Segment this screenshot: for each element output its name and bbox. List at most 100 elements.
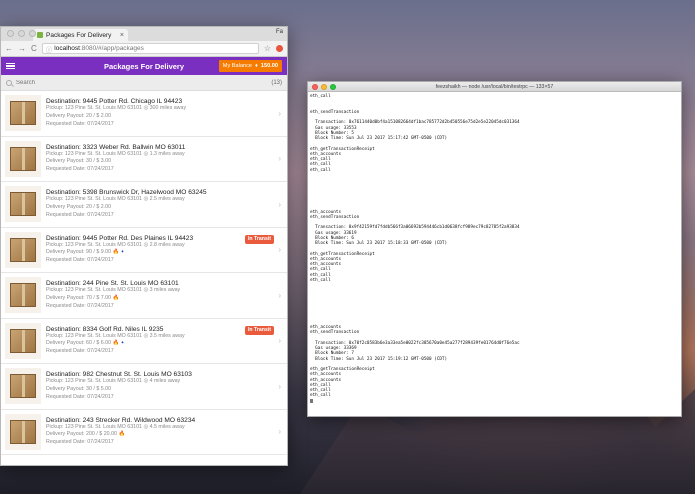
diamond-icon: ♦ [255,63,258,69]
zoom-window-button[interactable] [29,30,36,37]
package-row[interactable]: Destination: 243 Strecker Rd. Wildwood M… [1,410,287,455]
address-bar[interactable]: ⓘ localhost:8080/#/app/packages [41,43,259,54]
reload-icon[interactable]: C [31,44,37,53]
package-payout-line: Delivery Payout: 200 / $ 20.00 🔥 [46,431,274,439]
package-destination: Destination: 244 Pine St. St. Louis MO 6… [46,280,179,288]
chevron-right-icon: › [278,427,281,437]
package-thumbnail [5,186,41,223]
package-distance: 2.5 miles away [149,196,185,203]
package-distance: 2.8 miles away [149,241,185,248]
package-distance: 4.5 miles away [149,423,185,430]
window-controls [7,30,36,37]
chevron-right-icon: › [278,290,281,300]
package-list: Destination: 9445 Potter Rd. Chicago IL … [1,91,287,455]
favicon-icon [37,32,43,38]
package-pickup: Pickup: 123 Pine St. St. Louis MO 63101 [46,241,142,248]
package-info: Destination: 244 Pine St. St. Louis MO 6… [46,280,274,310]
location-icon: ◎ [143,287,149,294]
package-destination: Destination: 243 Strecker Rd. Wildwood M… [46,416,196,424]
package-pickup: Pickup: 123 Pine St. St. Louis MO 63101 [46,332,142,339]
package-row[interactable]: Destination: 9445 Potter Rd. Chicago IL … [1,91,287,137]
package-distance: 3.5 miles away [149,332,185,339]
balance-value: 150.00 [260,63,278,69]
chevron-right-icon: › [278,199,281,209]
terminal-cursor [310,398,313,403]
location-icon: ◎ [143,241,149,248]
terminal-titlebar: feezshaikh — node /usr/local/bin/testrpc… [308,82,681,92]
status-badge: In Transit [244,325,274,335]
url-path: :8080/#/app/packages [79,45,144,52]
forward-icon[interactable]: → [18,44,26,53]
package-row[interactable]: Destination: 982 Chestnut St. St. Louis … [1,364,287,410]
terminal-minimize-button[interactable] [321,84,327,90]
package-date: Requested Date: 07/24/2017 [46,302,114,309]
package-row[interactable]: Destination: 244 Pine St. St. Louis MO 6… [1,273,287,319]
package-destination: Destination: 9445 Potter Rd. Chicago IL … [46,98,183,106]
package-payout: Delivery Payout: 20 / $ 2.00 [46,112,112,119]
terminal-zoom-button[interactable] [330,84,336,90]
terminal-window-controls [312,84,336,90]
terminal-window: feezshaikh — node /usr/local/bin/testrpc… [307,81,682,417]
package-row[interactable]: Destination: 8334 Golf Rd. Niles IL 9235… [1,319,287,364]
terminal-output[interactable]: eth_call eth_sendTransaction Transaction:… [308,92,681,407]
extension-icon[interactable] [276,45,283,52]
package-pickup: Pickup: 123 Pine St. St. Louis MO 63101 [46,150,142,157]
package-info: Destination: 3323 Weber Rd. Ballwin MO 6… [46,144,274,174]
package-payout-line: Delivery Payout: 70 / $ 7.00 🔥 [46,295,274,303]
package-payout: Delivery Payout: 60 / $ 6.00 [46,340,112,347]
package-pickup: Pickup: 123 Pine St. St. Louis MO 63101 [46,378,142,385]
location-icon: ◎ [143,196,149,203]
browser-tab[interactable]: Packages For Delivery × [33,29,128,41]
package-thumbnail [5,95,41,132]
tab-title: Packages For Delivery [46,31,112,39]
package-thumbnail [5,413,41,450]
package-payout: Delivery Payout: 30 / $ 5.00 [46,385,112,392]
package-info: Destination: 9445 Potter Rd. Chicago IL … [46,98,274,128]
package-distance: 300 miles away [149,105,187,112]
package-pickup-line: Pickup: 123 Pine St. St. Louis MO 63101 … [46,378,274,386]
bookmark-star-icon[interactable]: ☆ [264,44,271,53]
package-date: Requested Date: 07/24/2017 [46,257,114,264]
minimize-window-button[interactable] [18,30,25,37]
package-distance: 1.3 miles away [149,150,185,157]
terminal-close-button[interactable] [312,84,318,90]
package-date: Requested Date: 07/24/2017 [46,211,114,218]
search-input[interactable] [16,79,268,86]
profile-button[interactable]: Fa [276,29,283,35]
package-pickup-line: Pickup: 123 Pine St. St. Louis MO 63101 … [46,105,274,113]
info-icon: ⓘ [45,46,53,54]
package-count: (13) [271,79,282,86]
balance-label: My Balance [222,63,253,69]
package-date: Requested Date: 07/24/2017 [46,439,114,446]
package-thumbnail [5,277,41,314]
location-icon: ◎ [143,423,149,430]
package-pickup-line: Pickup: 123 Pine St. St. Louis MO 63101 … [46,151,274,159]
package-info: Destination: 982 Chestnut St. St. Louis … [46,371,274,401]
tab-close-icon[interactable]: × [120,32,124,39]
package-row[interactable]: Destination: 5398 Brunswick Dr, Hazelwoo… [1,182,287,228]
location-icon: ◎ [143,105,149,112]
package-payout: Delivery Payout: 70 / $ 7.00 [46,294,112,301]
package-pickup: Pickup: 123 Pine St. St. Louis MO 63101 [46,287,142,294]
chevron-right-icon: › [278,336,281,346]
package-date: Requested Date: 07/24/2017 [46,348,114,355]
package-payout-line: Delivery Payout: 20 / $ 2.00 [46,113,274,121]
package-thumbnail [5,140,41,177]
package-distance: 4 miles away [149,378,181,385]
url-toolbar: ← → C ⓘ localhost:8080/#/app/packages ☆ [1,41,287,57]
package-date: Requested Date: 07/24/2017 [46,166,114,173]
close-window-button[interactable] [7,30,14,37]
flag-icon: ✦ [120,340,125,346]
package-row[interactable]: Destination: 9445 Potter Rd. Des Plaines… [1,228,287,273]
package-payout-line: Delivery Payout: 20 / $ 2.00 [46,204,274,212]
package-date: Requested Date: 07/24/2017 [46,393,114,400]
package-pickup: Pickup: 123 Pine St. St. Louis MO 63101 [46,423,142,430]
package-thumbnail [5,368,41,405]
package-info: Destination: 8334 Golf Rd. Niles IL 9235… [46,326,274,356]
package-row[interactable]: Destination: 3323 Weber Rd. Ballwin MO 6… [1,137,287,182]
package-destination: Destination: 5398 Brunswick Dr, Hazelwoo… [46,189,207,197]
balance-button[interactable]: My Balance ♦ 150.00 [218,60,282,72]
back-icon[interactable]: ← [5,44,13,53]
terminal-line: eth_call [310,393,331,399]
package-info: Destination: 243 Strecker Rd. Wildwood M… [46,417,274,447]
